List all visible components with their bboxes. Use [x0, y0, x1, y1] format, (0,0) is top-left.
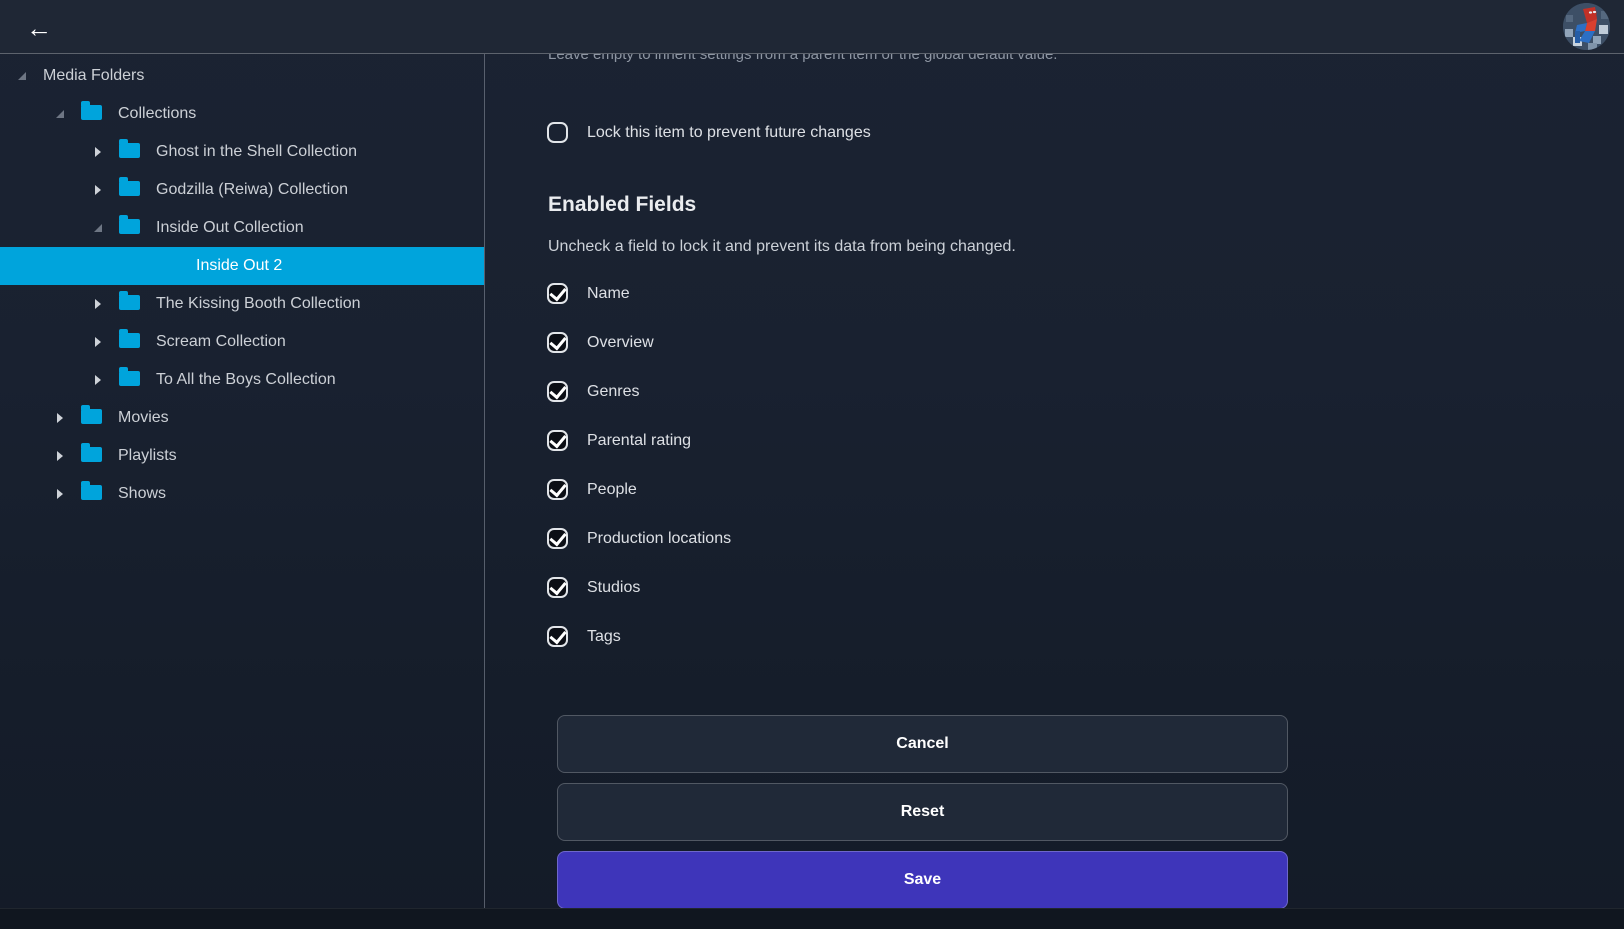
- user-avatar[interactable]: [1563, 3, 1610, 50]
- metadata-editor-page: ←: [0, 0, 1624, 929]
- editor-pane: Leave empty to inherit settings from a p…: [485, 54, 1624, 908]
- lock-item-row[interactable]: Lock this item to prevent future changes: [547, 122, 871, 143]
- tree-caret-icon[interactable]: [55, 110, 65, 118]
- folder-icon: [81, 105, 102, 120]
- folder-icon: [81, 485, 102, 500]
- tree-caret-icon[interactable]: [93, 299, 103, 309]
- lock-item-label: Lock this item to prevent future changes: [587, 124, 871, 142]
- field-label: People: [587, 481, 637, 499]
- field-label: Genres: [587, 383, 639, 401]
- people-field-checkbox[interactable]: [547, 479, 568, 500]
- tree-item-to-all-the-boys-collection[interactable]: To All the Boys Collection: [0, 361, 484, 399]
- tags-field-row[interactable]: Tags: [547, 626, 731, 647]
- tree-item-godzilla-reiwa-collection[interactable]: Godzilla (Reiwa) Collection: [0, 171, 484, 209]
- parental-rating-field-row[interactable]: Parental rating: [547, 430, 731, 451]
- content-area: Media Folders Collections Ghost in the S…: [0, 54, 1624, 908]
- tree-item-label: Ghost in the Shell Collection: [156, 143, 357, 161]
- folder-icon: [119, 333, 140, 348]
- tree-caret-icon[interactable]: [55, 451, 65, 461]
- top-bar: ←: [0, 0, 1624, 54]
- folder-icon: [81, 447, 102, 462]
- folder-icon: [81, 409, 102, 424]
- tree-caret-icon[interactable]: [55, 413, 65, 423]
- parental-rating-field-checkbox[interactable]: [547, 430, 568, 451]
- cancel-button[interactable]: Cancel: [557, 715, 1288, 773]
- tree-item-label: Inside Out Collection: [156, 219, 304, 237]
- tree-caret-icon[interactable]: [55, 489, 65, 499]
- folder-icon: [119, 219, 140, 234]
- tree-caret-icon[interactable]: [93, 224, 103, 232]
- tree-item-ghost-in-the-shell-collection[interactable]: Ghost in the Shell Collection: [0, 133, 484, 171]
- enabled-fields-description: Uncheck a field to lock it and prevent i…: [548, 238, 1016, 256]
- page-bottom-edge: [0, 908, 1624, 929]
- name-field-row[interactable]: Name: [547, 283, 731, 304]
- field-label: Overview: [587, 334, 654, 352]
- tree-item-inside-out-2[interactable]: Inside Out 2: [0, 247, 484, 285]
- overview-field-row[interactable]: Overview: [547, 332, 731, 353]
- people-field-row[interactable]: People: [547, 479, 731, 500]
- tree-item-label: Collections: [118, 105, 196, 123]
- tree-item-label: To All the Boys Collection: [156, 371, 336, 389]
- reset-button[interactable]: Reset: [557, 783, 1288, 841]
- genres-field-checkbox[interactable]: [547, 381, 568, 402]
- tags-field-checkbox[interactable]: [547, 626, 568, 647]
- production-locations-field-checkbox[interactable]: [547, 528, 568, 549]
- field-label: Parental rating: [587, 432, 691, 450]
- field-label: Name: [587, 285, 630, 303]
- tree-caret-icon[interactable]: [93, 185, 103, 195]
- tree-item-inside-out-collection[interactable]: Inside Out Collection: [0, 209, 484, 247]
- field-label: Production locations: [587, 530, 731, 548]
- enabled-fields-title: Enabled Fields: [548, 193, 696, 217]
- field-label: Studios: [587, 579, 640, 597]
- tree-item-label: Movies: [118, 409, 169, 427]
- folder-icon: [119, 181, 140, 196]
- tree-item-the-kissing-booth-collection[interactable]: The Kissing Booth Collection: [0, 285, 484, 323]
- folder-icon: [119, 143, 140, 158]
- tree-item-scream-collection[interactable]: Scream Collection: [0, 323, 484, 361]
- tree-caret-icon[interactable]: [93, 375, 103, 385]
- tree-item-label: Godzilla (Reiwa) Collection: [156, 181, 348, 199]
- tree-item-label: Shows: [118, 485, 166, 503]
- back-arrow-icon: ←: [26, 15, 52, 41]
- action-buttons: Cancel Reset Save: [557, 715, 1288, 919]
- tree-item-media-folders[interactable]: Media Folders: [0, 57, 484, 95]
- name-field-checkbox[interactable]: [547, 283, 568, 304]
- tree-item-label: Inside Out 2: [196, 257, 282, 275]
- save-button[interactable]: Save: [557, 851, 1288, 909]
- tree-item-label: Media Folders: [43, 67, 144, 85]
- folder-tree: Media Folders Collections Ghost in the S…: [0, 54, 485, 908]
- tree-item-label: Playlists: [118, 447, 177, 465]
- tree-item-movies[interactable]: Movies: [0, 399, 484, 437]
- tree-item-shows[interactable]: Shows: [0, 475, 484, 513]
- tree-item-label: Scream Collection: [156, 333, 286, 351]
- folder-icon: [119, 295, 140, 310]
- tree-item-label: The Kissing Booth Collection: [156, 295, 361, 313]
- overview-field-checkbox[interactable]: [547, 332, 568, 353]
- field-label: Tags: [587, 628, 621, 646]
- tree-caret-icon[interactable]: [93, 147, 103, 157]
- production-locations-field-row[interactable]: Production locations: [547, 528, 731, 549]
- genres-field-row[interactable]: Genres: [547, 381, 731, 402]
- studios-field-row[interactable]: Studios: [547, 577, 731, 598]
- avatar-image: [1563, 3, 1610, 50]
- tree-caret-icon[interactable]: [93, 337, 103, 347]
- tree-item-collections[interactable]: Collections: [0, 95, 484, 133]
- tree-caret-icon[interactable]: [17, 72, 27, 80]
- tree-item-playlists[interactable]: Playlists: [0, 437, 484, 475]
- studios-field-checkbox[interactable]: [547, 577, 568, 598]
- lock-item-checkbox[interactable]: [547, 122, 568, 143]
- back-button[interactable]: ←: [22, 11, 56, 45]
- folder-icon: [119, 371, 140, 386]
- enabled-fields-list: Name Overview Genres Parental rating Peo…: [547, 283, 731, 675]
